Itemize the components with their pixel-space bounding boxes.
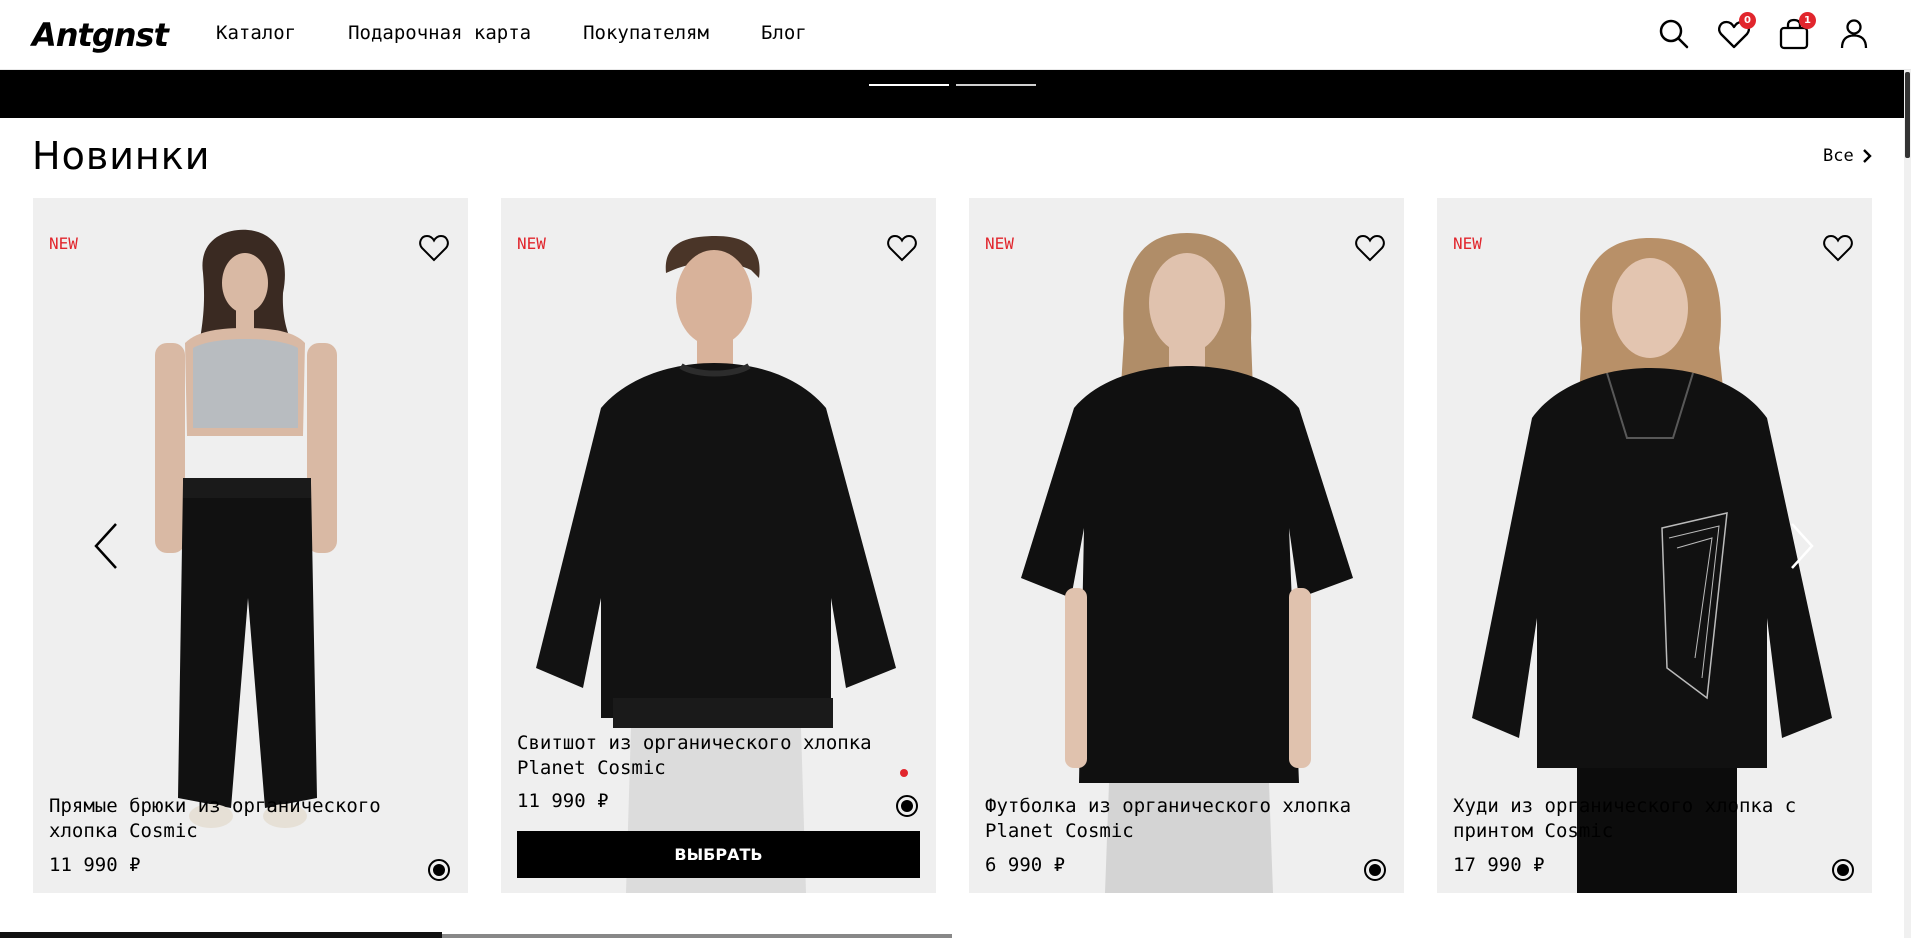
product-card[interactable]: NEW Свитшот из органического хлопка Plan… <box>501 198 936 893</box>
color-swatch[interactable] <box>1832 859 1854 881</box>
next-section-image <box>0 932 442 938</box>
new-badge: NEW <box>1453 234 1482 253</box>
product-title[interactable]: Прямые брюки из органического хлопка Cos… <box>49 794 449 844</box>
new-badge: NEW <box>49 234 78 253</box>
hero-slide-indicator-1[interactable] <box>869 84 949 86</box>
page-scrollbar[interactable] <box>1904 70 1911 938</box>
product-image <box>501 198 936 893</box>
scrollbar-thumb[interactable] <box>1905 72 1910 158</box>
user-icon[interactable] <box>1836 16 1872 52</box>
product-card[interactable]: NEW Футболка из органического хлопка Pla… <box>969 198 1404 893</box>
favorite-heart-icon[interactable] <box>886 232 918 264</box>
choose-button[interactable]: ВЫБРАТЬ <box>517 831 920 878</box>
view-all-link[interactable]: Все <box>1823 146 1872 166</box>
product-image <box>969 198 1404 893</box>
main-nav: Каталог Подарочная карта Покупателям Бло… <box>216 22 859 44</box>
product-price: 11 990 ₽ <box>49 854 141 876</box>
hero-banner <box>0 70 1904 118</box>
new-badge: NEW <box>985 234 1014 253</box>
color-swatch[interactable] <box>428 859 450 881</box>
section-title: Новинки <box>32 134 211 178</box>
favorite-heart-icon[interactable] <box>418 232 450 264</box>
carousel-prev-arrow-icon[interactable] <box>86 520 126 572</box>
site-header: Antgnst Каталог Подарочная карта Покупат… <box>0 0 1911 70</box>
color-swatch[interactable] <box>1364 859 1386 881</box>
product-price: 6 990 ₽ <box>985 854 1066 876</box>
color-swatch[interactable] <box>896 795 918 817</box>
nav-gift-card[interactable]: Подарочная карта <box>348 22 531 44</box>
nav-blog[interactable]: Блог <box>761 22 807 44</box>
new-badge: NEW <box>517 234 546 253</box>
chevron-right-icon <box>1862 149 1872 163</box>
favorites-icon[interactable]: 0 <box>1716 12 1756 52</box>
nav-customers[interactable]: Покупателям <box>583 22 709 44</box>
cart-icon[interactable]: 1 <box>1776 12 1816 52</box>
favorite-heart-icon[interactable] <box>1354 232 1386 264</box>
nav-catalog[interactable]: Каталог <box>216 22 296 44</box>
logo[interactable]: Antgnst <box>32 16 169 54</box>
search-icon[interactable] <box>1656 16 1692 52</box>
product-price: 11 990 ₽ <box>517 790 609 812</box>
cart-count-badge: 1 <box>1799 12 1816 29</box>
next-section-image <box>442 934 952 938</box>
favorite-heart-icon[interactable] <box>1822 232 1854 264</box>
product-title[interactable]: Худи из органического хлопка с принтом C… <box>1453 794 1853 844</box>
product-title[interactable]: Свитшот из органического хлопка Planet C… <box>517 731 917 781</box>
carousel-next-arrow-icon[interactable] <box>1782 520 1822 572</box>
product-title[interactable]: Футболка из органического хлопка Planet … <box>985 794 1385 844</box>
hero-slide-indicator-2[interactable] <box>956 84 1036 86</box>
product-price: 17 990 ₽ <box>1453 854 1545 876</box>
favorites-count-badge: 0 <box>1739 12 1756 29</box>
image-indicator-dot <box>900 769 908 777</box>
view-all-label: Все <box>1823 146 1854 166</box>
